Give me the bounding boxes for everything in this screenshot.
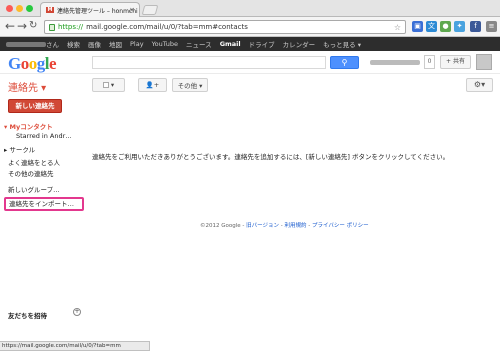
- new-tab-button[interactable]: [141, 5, 159, 15]
- bookmark-star-icon[interactable]: ☆: [394, 23, 401, 32]
- wrench-menu-icon[interactable]: ≡: [486, 21, 497, 32]
- browser-tab[interactable]: M 連絡先管理ツール – honmchi ×: [40, 2, 140, 17]
- gbar-news[interactable]: ニュース: [186, 39, 212, 49]
- search-button[interactable]: ⚲: [330, 56, 359, 69]
- gbar-drive[interactable]: ドライブ: [249, 39, 275, 49]
- footer-copyright: ©2012 Google -: [200, 223, 247, 229]
- footer-link-terms[interactable]: 利用規約: [285, 223, 307, 229]
- extension-icon-4[interactable]: f: [470, 21, 481, 32]
- search-icon: ⚲: [341, 58, 348, 67]
- sidebar-item-my-contacts[interactable]: ▾ Myコンタクト: [4, 121, 86, 131]
- share-button[interactable]: + 共有: [440, 55, 471, 69]
- notification-count[interactable]: 0: [424, 55, 435, 69]
- google-bar: さん 検索 画像 地図 Play YouTube ニュース Gmail ドライブ…: [0, 37, 500, 51]
- url-scheme: https://: [58, 23, 84, 31]
- invite-friends-label: 友だちを招待: [8, 312, 47, 320]
- google-logo[interactable]: Google: [8, 54, 57, 74]
- more-button[interactable]: その他 ▾: [172, 78, 208, 92]
- tab-title: 連絡先管理ツール – honmchi: [57, 7, 138, 15]
- reload-icon[interactable]: ↻: [29, 20, 37, 32]
- avatar[interactable]: [476, 54, 492, 70]
- gbar-gmail[interactable]: Gmail: [220, 40, 241, 48]
- forward-arrow-icon[interactable]: →: [17, 20, 27, 32]
- select-checkbox-button[interactable]: ▾: [92, 78, 125, 92]
- new-contact-button[interactable]: 新しい連絡先: [8, 99, 62, 113]
- footer: ©2012 Google - 旧バージョン - 利用規約 - プライバシー ポリ…: [200, 223, 369, 229]
- status-bar: https://mail.google.com/mail/u/0/?tab=mm: [0, 341, 150, 351]
- person-plus-icon: 👤+: [145, 81, 160, 89]
- close-window-button[interactable]: [6, 5, 13, 12]
- back-arrow-icon[interactable]: ←: [5, 20, 15, 32]
- add-to-circle-button[interactable]: 👤+: [138, 78, 167, 92]
- checkbox-icon: [102, 82, 109, 88]
- zoom-window-button[interactable]: [26, 5, 33, 12]
- sidebar-item-frequent[interactable]: よく連絡をとる人: [8, 157, 90, 167]
- footer-link-old-version[interactable]: 旧バージョン: [246, 223, 279, 229]
- gbar-calendar[interactable]: カレンダー: [283, 39, 316, 49]
- browser-toolbar: ← → ↻ https://mail.google.com/mail/u/0/?…: [0, 17, 500, 37]
- search-input[interactable]: [92, 56, 326, 69]
- tab-close-icon[interactable]: ×: [129, 6, 135, 14]
- user-name[interactable]: さん: [6, 39, 59, 49]
- gbar-play[interactable]: Play: [130, 40, 144, 48]
- extension-icon[interactable]: ▣: [412, 21, 423, 32]
- chevron-down-icon: ▾: [110, 81, 115, 89]
- gbar-more[interactable]: もっと見る ▾: [323, 39, 361, 49]
- sidebar-item-other[interactable]: その他の連絡先: [8, 168, 90, 178]
- header-divider: [0, 73, 500, 74]
- sidebar-item-new-group[interactable]: 新しいグループ…: [8, 184, 90, 194]
- extension-icon-3[interactable]: ✦: [454, 21, 465, 32]
- invite-plus-icon[interactable]: +: [73, 308, 81, 316]
- gbar-images[interactable]: 画像: [88, 39, 101, 49]
- contacts-app-menu[interactable]: 連絡先 ▾: [8, 79, 46, 94]
- browser-tabstrip: M 連絡先管理ツール – honmchi ×: [0, 0, 500, 17]
- settings-button[interactable]: ⚙▾: [466, 78, 493, 92]
- translate-icon[interactable]: 文: [426, 21, 437, 32]
- extension-icon-2[interactable]: ●: [440, 21, 451, 32]
- address-bar[interactable]: https://mail.google.com/mail/u/0/?tab=mm…: [44, 20, 406, 34]
- blurred-username: [6, 42, 46, 47]
- footer-link-privacy[interactable]: プライバシー ポリシー: [312, 223, 369, 229]
- url-text: mail.google.com/mail/u/0/?tab=mm#contact…: [86, 23, 248, 31]
- empty-state-message: 連絡先をご利用いただきありがとうございます。連絡先を追加するには、[新しい連絡先…: [92, 153, 450, 161]
- gbar-maps[interactable]: 地図: [109, 39, 122, 49]
- sidebar-item-starred[interactable]: Starred in Andr…: [16, 132, 98, 140]
- gmail-favicon-icon: M: [46, 7, 54, 13]
- minimize-window-button[interactable]: [16, 5, 23, 12]
- import-contacts-link[interactable]: 連絡先をインポート…: [4, 197, 84, 211]
- gear-icon: ⚙▾: [473, 80, 486, 89]
- gbar-youtube[interactable]: YouTube: [152, 40, 178, 48]
- lock-icon: [49, 23, 55, 31]
- account-name[interactable]: [370, 60, 420, 65]
- sidebar-item-circles[interactable]: ▸ サークル: [4, 144, 86, 154]
- gbar-search[interactable]: 検索: [67, 39, 80, 49]
